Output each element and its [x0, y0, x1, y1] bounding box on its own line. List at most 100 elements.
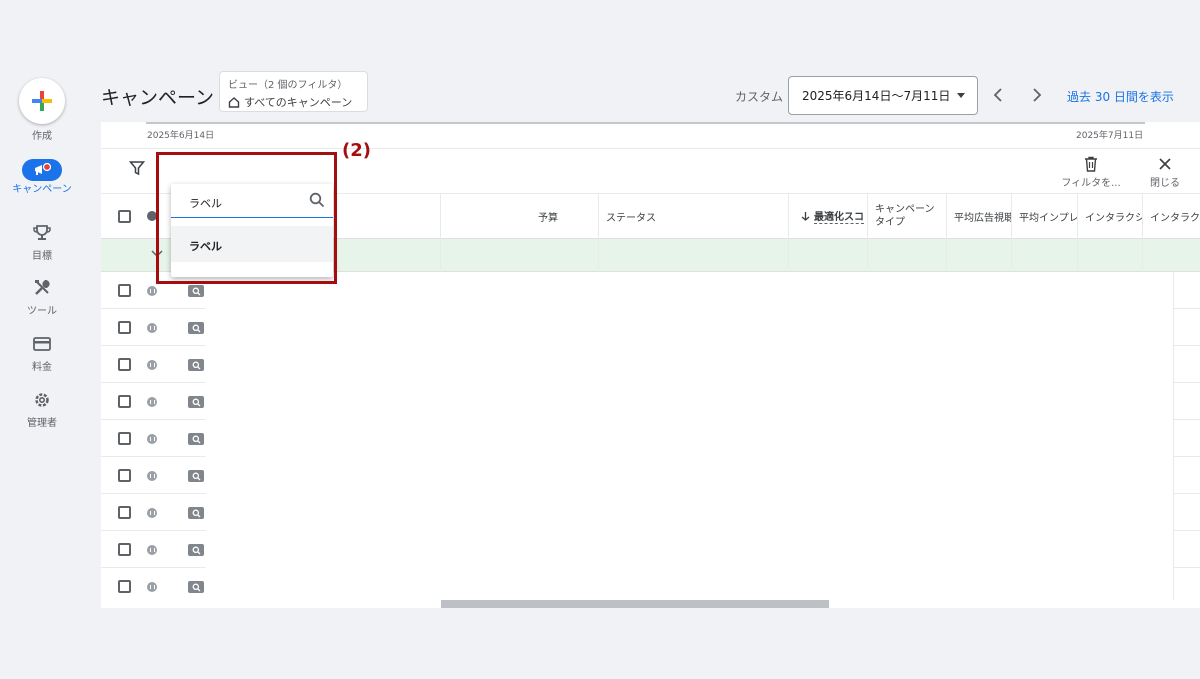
row-checkbox[interactable]: [118, 469, 131, 482]
column-header-optimization-score[interactable]: 最適化スコ: [788, 194, 867, 238]
chevron-left-icon: [993, 88, 1002, 102]
create-button[interactable]: [19, 78, 65, 124]
view-selector[interactable]: ビュー（2 個のフィルタ） すべてのキャンペーン: [219, 71, 368, 112]
column-header-label: ステータス: [606, 212, 656, 224]
column-divider: [788, 238, 789, 272]
divider: [1173, 530, 1200, 531]
divider: [101, 148, 1200, 149]
search-campaign-icon: [188, 581, 204, 593]
next-period-button[interactable]: [1029, 86, 1045, 104]
column-header-label: 平均広告視聴: [954, 212, 1011, 224]
divider: [101, 345, 206, 346]
paused-status-icon: [147, 323, 157, 333]
trash-icon: [1085, 156, 1097, 172]
chevron-right-icon: [1033, 88, 1042, 102]
nav-item-campaigns[interactable]: [22, 159, 62, 181]
nav-label-tools: ツール: [27, 306, 57, 317]
close-icon: [1159, 158, 1171, 170]
row-checkbox[interactable]: [118, 395, 131, 408]
divider: [101, 530, 206, 531]
divider: [101, 567, 206, 568]
divider: [101, 493, 206, 494]
column-divider: [1173, 272, 1174, 600]
tools-icon[interactable]: [30, 277, 54, 299]
divider: [1173, 382, 1200, 383]
select-all-checkbox[interactable]: [118, 210, 131, 223]
trophy-icon[interactable]: [30, 222, 54, 244]
row-checkbox[interactable]: [118, 432, 131, 445]
divider: [101, 456, 206, 457]
nav-label-goals: 目標: [32, 251, 52, 262]
nav-label-campaigns: キャンペーン: [12, 184, 72, 195]
column-header-label: 予算: [538, 212, 558, 224]
divider: [1173, 456, 1200, 457]
column-header-label: 最適化スコ: [814, 208, 864, 224]
divider: [1173, 493, 1200, 494]
timeline-start-date: 2025年6月14日: [147, 131, 215, 141]
paused-status-icon: [147, 397, 157, 407]
horizontal-scrollbar[interactable]: [441, 600, 829, 608]
row-checkbox[interactable]: [118, 284, 131, 297]
view-name: すべてのキャンペーン: [244, 96, 353, 109]
column-divider: [1142, 238, 1143, 272]
divider: [101, 419, 206, 420]
column-header-interaction-rate[interactable]: インタラクシ: [1142, 194, 1200, 238]
nav-label-billing: 料金: [32, 362, 52, 373]
column-header-budget[interactable]: 予算: [440, 194, 598, 238]
divider: [1173, 345, 1200, 346]
view-filter-count: ビュー（2 個のフィルタ）: [228, 80, 348, 91]
row-checkbox[interactable]: [118, 506, 131, 519]
annotation-label: (2): [342, 140, 371, 161]
search-campaign-icon: [188, 433, 204, 445]
row-checkbox[interactable]: [118, 358, 131, 371]
close-filter-label: 閉じる: [1150, 178, 1180, 189]
timeline-bar: [146, 122, 1145, 124]
nav-label-create: 作成: [32, 131, 52, 142]
plus-icon: [32, 91, 52, 111]
divider: [101, 382, 206, 383]
column-header-interactions[interactable]: インタラクシ: [1077, 194, 1142, 238]
credit-card-icon[interactable]: [30, 333, 54, 355]
date-range-picker[interactable]: 2025年6月14日〜7月11日: [788, 76, 978, 115]
paused-status-icon: [147, 508, 157, 518]
column-divider: [867, 238, 868, 272]
divider: [1173, 308, 1200, 309]
date-range-text: 2025年6月14日〜7月11日: [802, 89, 951, 103]
row-checkbox[interactable]: [118, 580, 131, 593]
caret-down-icon: [957, 93, 965, 98]
home-icon: [228, 97, 240, 108]
column-header-status[interactable]: ステータス: [598, 194, 788, 238]
column-divider: [1077, 238, 1078, 272]
column-header-campaign-type[interactable]: キャンペーン タイプ: [867, 194, 946, 238]
close-filter-button[interactable]: 閉じる: [1144, 154, 1186, 189]
search-campaign-icon: [188, 285, 204, 297]
delete-filter-label: フィルタを...: [1061, 178, 1121, 189]
megaphone-icon: [35, 163, 51, 175]
annotation-highlight-box: [156, 152, 337, 284]
column-header-avg-impressions[interactable]: 平均インプレ: [1011, 194, 1077, 238]
column-divider: [598, 238, 599, 272]
custom-label: カスタム: [735, 90, 784, 104]
show-last-30-days-link[interactable]: 過去 30 日間を表示: [1067, 88, 1174, 105]
delete-filter-button[interactable]: フィルタを...: [1057, 154, 1125, 189]
paused-status-icon: [147, 582, 157, 592]
column-divider: [946, 238, 947, 272]
column-header-label: インタラクシ: [1150, 212, 1200, 224]
page-title: キャンペーン: [101, 87, 215, 109]
search-campaign-icon: [188, 544, 204, 556]
row-checkbox[interactable]: [118, 321, 131, 334]
gear-icon[interactable]: [30, 389, 54, 411]
paused-status-icon: [147, 471, 157, 481]
column-header-label: インタラクシ: [1085, 212, 1142, 224]
filter-icon[interactable]: [128, 160, 146, 180]
paused-status-icon: [147, 434, 157, 444]
divider: [1173, 419, 1200, 420]
row-checkbox[interactable]: [118, 543, 131, 556]
prev-period-button[interactable]: [990, 86, 1006, 104]
divider: [1173, 567, 1200, 568]
divider: [101, 308, 206, 309]
arrow-down-icon: [801, 212, 810, 221]
left-nav: 作成 キャンペーン 目標 ツール 料金 管理者: [0, 0, 84, 679]
column-header-avg-view[interactable]: 平均広告視聴: [946, 194, 1011, 238]
search-campaign-icon: [188, 396, 204, 408]
